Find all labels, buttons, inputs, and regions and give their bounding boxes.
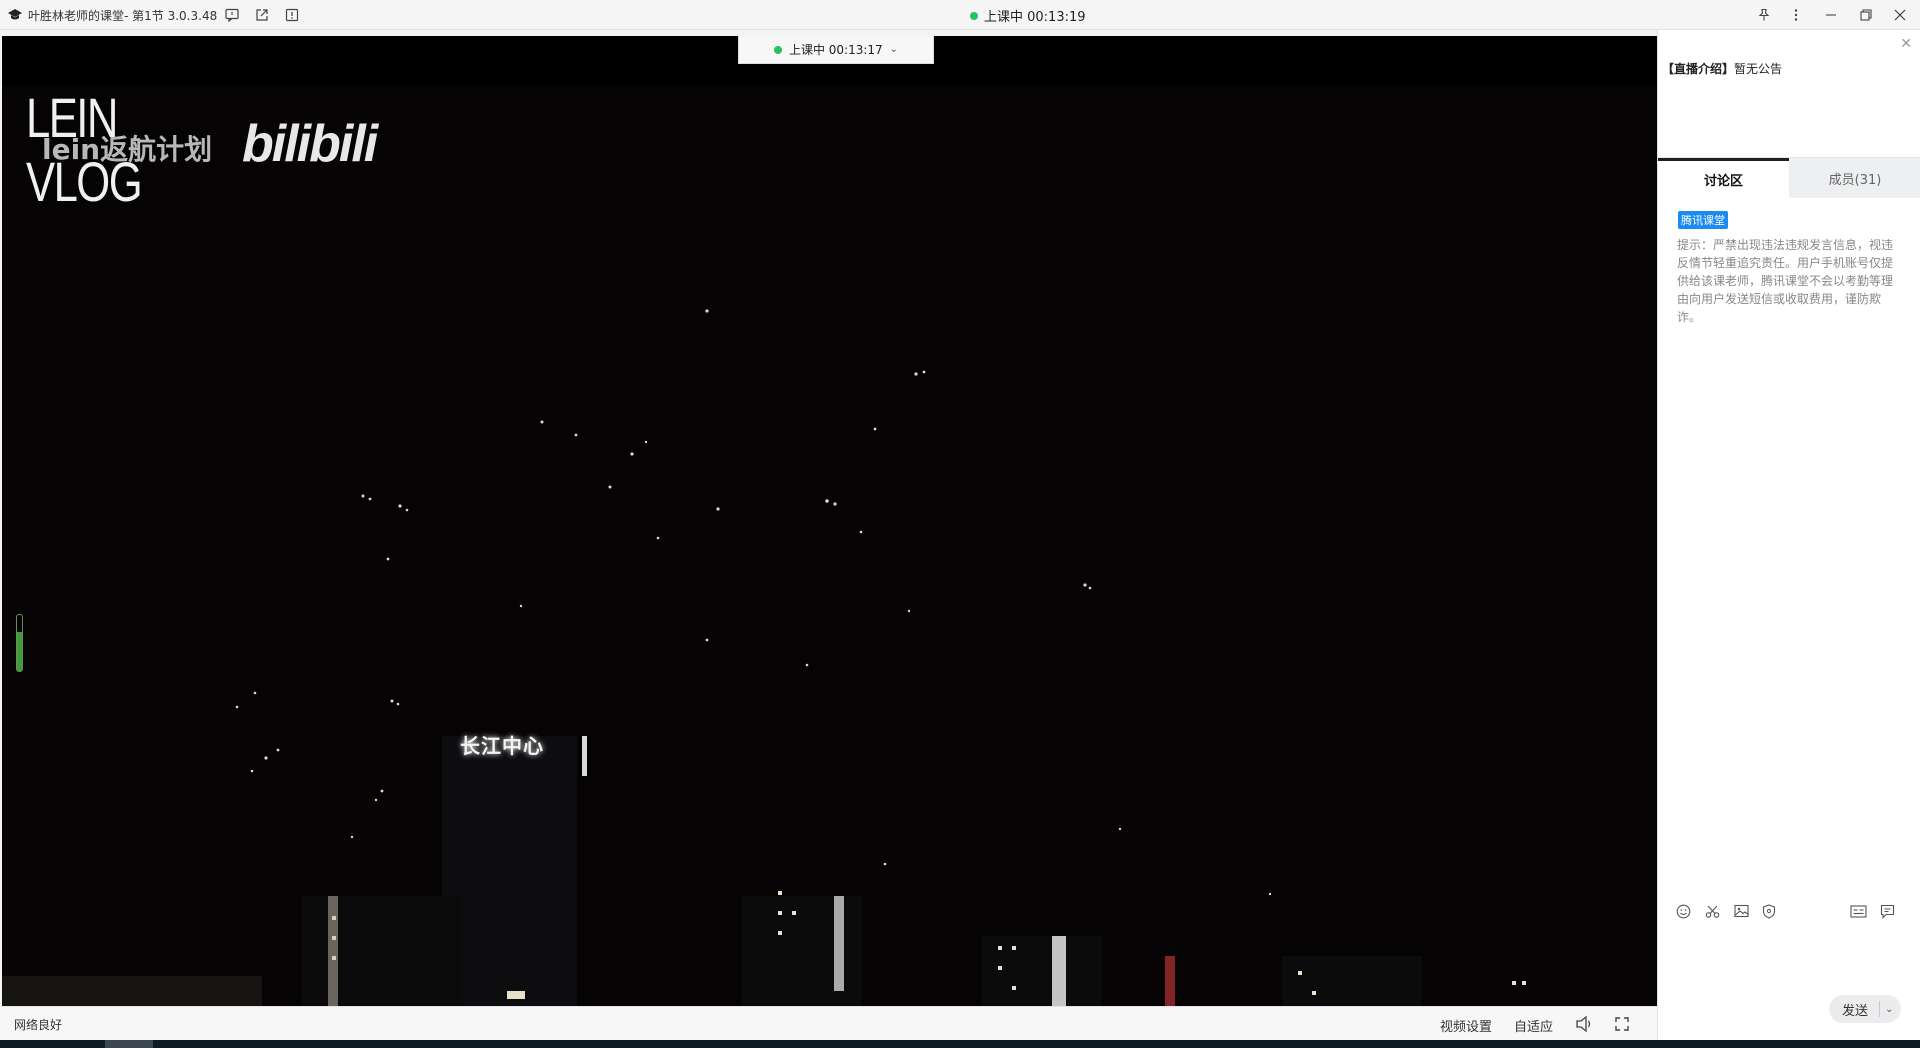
restore-icon[interactable]: [1856, 5, 1876, 25]
app-window: 叶胜林老师的课堂- 第1节 3.0.3.48 上课中 00:13:19 上课中 …: [0, 0, 1920, 1048]
pill-timer: 上课中 00:13:17: [788, 43, 883, 57]
chat-toolbar: [1658, 896, 1920, 926]
emoji-icon[interactable]: [1674, 902, 1692, 920]
live-dot-icon: [773, 45, 782, 54]
subtitle-icon[interactable]: [1849, 902, 1867, 920]
send-button[interactable]: 发送 ⌄: [1829, 995, 1901, 1023]
system-notice: 提示：严禁出现违法违规发言信息，视违反情节轻重追究责任。用户手机账号仅提供给该课…: [1677, 238, 1894, 324]
feedback-icon[interactable]: [222, 5, 242, 25]
video-control-bar: 网络良好 视频设置 自适应: [0, 1006, 1657, 1040]
speaker-icon[interactable]: [1574, 1015, 1594, 1033]
panel-tabs: 讨论区 成员(31): [1658, 157, 1920, 198]
send-label: 发送: [1842, 1003, 1869, 1019]
close-icon[interactable]: [1890, 5, 1910, 25]
night-sky-scene: [2, 309, 1526, 1006]
graduation-cap-icon: [7, 7, 23, 23]
network-status: 网络良好: [14, 1018, 63, 1032]
live-intro: 【直播介绍】暂无公告: [1662, 60, 1782, 77]
chevron-down-icon[interactable]: ⌄: [1880, 1004, 1893, 1015]
video-player[interactable]: 上课中 00:13:17 ⌄ LEIN VLOG lein返航计划 bilibi…: [2, 36, 1657, 1006]
side-panel: ✕ 【直播介绍】暂无公告 讨论区 成员(31) 腾讯课堂 提示：严禁出现违法违规…: [1657, 30, 1920, 1040]
announce-label: 【直播介绍】: [1662, 62, 1735, 76]
taskbar-strip: [0, 1040, 1920, 1048]
caption-watermark: lein返航计划: [42, 133, 213, 166]
share-icon[interactable]: [252, 5, 272, 25]
video-settings-button[interactable]: 视频设置: [1440, 1016, 1492, 1035]
class-status: 上课中 00:13:19: [970, 6, 1086, 25]
live-status-pill[interactable]: 上课中 00:13:17 ⌄: [738, 36, 934, 64]
fullscreen-icon[interactable]: [1612, 1015, 1632, 1033]
class-timer: 上课中 00:13:19: [984, 10, 1086, 25]
tab-discussion[interactable]: 讨论区: [1658, 158, 1789, 198]
bilibili-watermark: bilibili: [242, 115, 378, 173]
minimize-icon[interactable]: [1821, 5, 1841, 25]
fit-mode-button[interactable]: 自适应: [1514, 1016, 1553, 1035]
info-icon[interactable]: [282, 5, 302, 25]
tab-members[interactable]: 成员(31): [1789, 158, 1920, 198]
volume-level-indicator: [16, 614, 23, 672]
taskbar-item[interactable]: [105, 1040, 153, 1048]
live-dot-icon: [970, 11, 978, 20]
announce-text: 暂无公告: [1734, 62, 1783, 76]
pin-icon[interactable]: [1754, 5, 1774, 25]
scissors-icon[interactable]: [1703, 902, 1721, 920]
window-title: 叶胜林老师的课堂- 第1节 3.0.3.48: [28, 9, 218, 23]
title-bar: 叶胜林老师的课堂- 第1节 3.0.3.48 上课中 00:13:19: [0, 0, 1920, 30]
panel-close-icon[interactable]: ✕: [1900, 36, 1912, 52]
more-icon[interactable]: [1786, 5, 1806, 25]
message-icon[interactable]: [1878, 902, 1896, 920]
system-badge: 腾讯课堂: [1678, 211, 1728, 229]
building-sign: 长江中心: [460, 734, 544, 758]
chevron-down-icon: ⌄: [889, 44, 899, 55]
shield-icon[interactable]: [1760, 902, 1778, 920]
image-icon[interactable]: [1732, 902, 1750, 920]
